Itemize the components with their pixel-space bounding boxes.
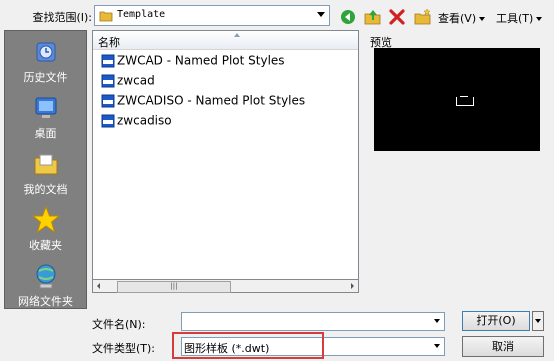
favorites-icon [31,205,60,234]
filetype-label: 文件类型(T): [92,342,156,355]
chevron-down-icon [479,17,486,21]
back-icon[interactable] [340,9,356,25]
file-list[interactable]: 名称 ZWCAD - Named Plot Styles zwcad ZWCAD… [92,30,359,293]
folder-icon [99,11,113,22]
place-desktop[interactable]: 桌面 [5,93,86,141]
dwt-file-icon [101,94,115,107]
file-name: ZWCAD - Named Plot Styles [117,53,285,68]
scroll-left-icon[interactable] [97,283,100,289]
file-item[interactable]: ZWCAD - Named Plot Styles [101,53,285,71]
place-label: 我的文档 [23,183,68,196]
chevron-down-icon[interactable] [434,344,440,348]
desktop-icon [35,97,56,118]
delete-icon[interactable] [389,9,405,25]
place-label: 历史文件 [23,71,68,84]
horizontal-scrollbar[interactable]: ||| [92,279,359,293]
file-item[interactable]: zwcadiso [101,113,172,131]
filename-label: 文件名(N): [92,318,146,331]
chevron-down-icon [535,319,541,323]
places-bar: 历史文件 桌面 我的文档 收藏夹 网络文件夹 [4,30,87,309]
lookin-label: 查找范围(I): [32,11,92,24]
filename-input[interactable] [181,312,445,331]
dwt-file-icon [101,114,115,127]
dwt-file-icon [101,74,115,87]
file-name: ZWCADISO - Named Plot Styles [117,93,306,108]
open-options-button[interactable] [532,311,544,331]
chevron-down-icon [536,17,543,21]
chevron-down-icon[interactable] [317,12,325,17]
tools-label: 工具(T) [496,12,534,25]
file-item[interactable]: zwcad [101,73,155,91]
scroll-right-icon[interactable] [351,283,354,289]
lookin-dropdown[interactable]: Template [94,5,330,26]
column-name-label: 名称 [98,36,120,49]
scroll-thumb[interactable]: ||| [117,281,231,293]
place-label: 网络文件夹 [18,295,73,308]
place-label: 桌面 [34,127,57,140]
views-menu[interactable]: 查看(V) [438,10,486,26]
dwt-file-icon [101,54,115,67]
file-name: zwcad [117,73,155,88]
views-label: 查看(V) [438,12,477,25]
highlight-box [172,332,324,359]
up-folder-icon[interactable] [364,9,382,25]
file-name: zwcadiso [117,113,172,128]
chevron-down-icon[interactable] [434,319,440,323]
documents-icon [34,154,57,175]
sort-arrow-icon [234,33,240,37]
file-item[interactable]: ZWCADISO - Named Plot Styles [101,93,305,111]
preview-image [374,48,540,151]
place-history[interactable]: 历史文件 [5,37,86,85]
column-header-name[interactable]: 名称 [93,31,358,50]
lookin-value: Template [117,9,166,20]
open-button[interactable]: 打开(O) [462,311,530,331]
place-favorites[interactable]: 收藏夹 [5,205,86,253]
network-icon [36,264,55,289]
new-folder-icon[interactable] [414,9,432,25]
place-documents[interactable]: 我的文档 [5,149,86,197]
preview-thumbnail-shape [456,96,474,106]
cancel-button[interactable]: 取消 [462,336,544,357]
place-network[interactable]: 网络文件夹 [5,261,86,309]
place-label: 收藏夹 [29,239,62,252]
tools-menu[interactable]: 工具(T) [496,10,543,26]
history-icon [36,42,55,62]
